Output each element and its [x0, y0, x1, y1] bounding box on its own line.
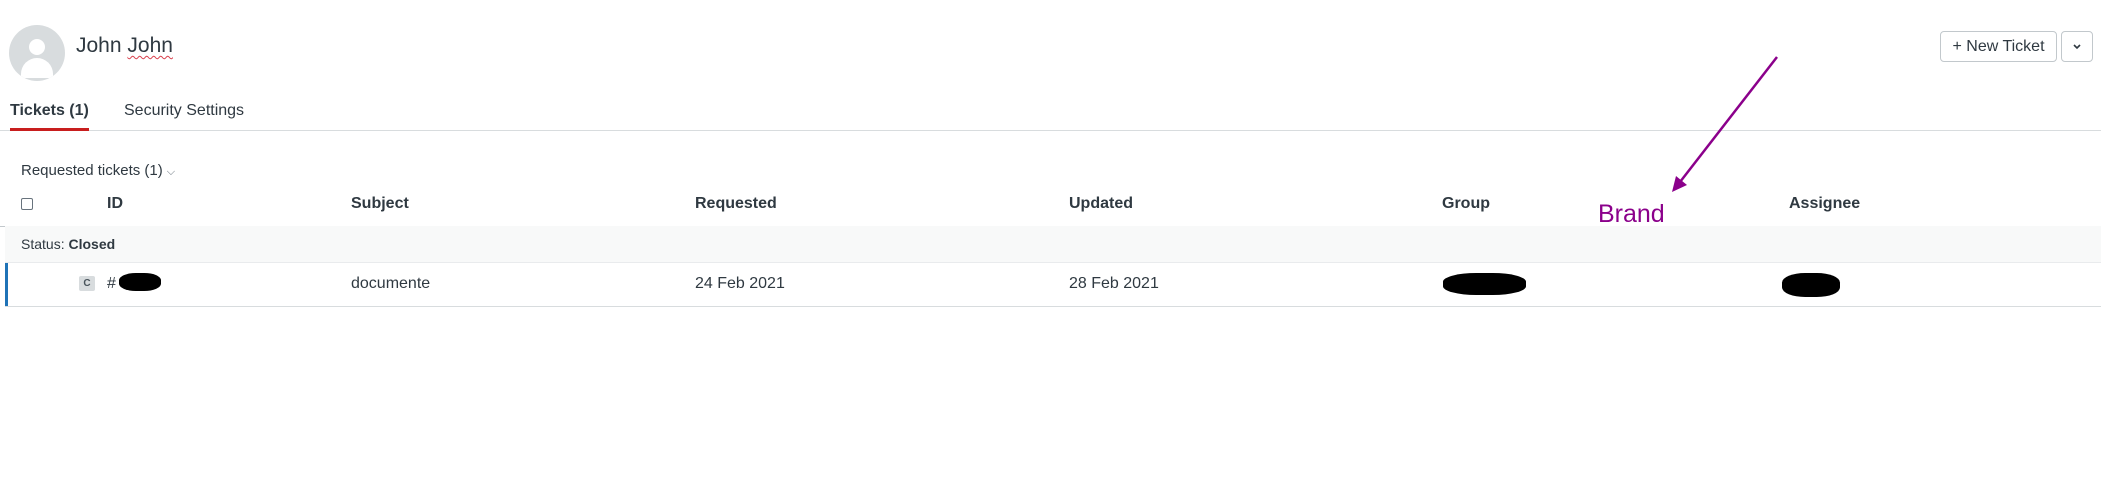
annotation-arrow	[1672, 56, 1778, 192]
